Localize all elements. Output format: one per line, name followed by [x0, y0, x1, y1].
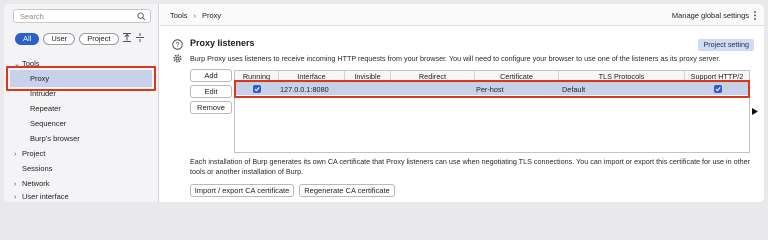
help-icon[interactable]: ?: [172, 39, 183, 50]
search-icon[interactable]: [137, 12, 146, 21]
add-button[interactable]: Add: [190, 69, 232, 82]
tree-item-repeater[interactable]: Repeater: [30, 102, 61, 116]
tree-item-label: Tools: [22, 59, 40, 68]
import-export-ca-button[interactable]: Import / export CA certificate: [190, 184, 294, 197]
filter-project-button[interactable]: Project: [79, 32, 119, 45]
selected-row-highlight: [234, 80, 750, 98]
tree-item-label: Sequencer: [30, 119, 67, 128]
search-box[interactable]: [13, 9, 151, 23]
tree-item-label: Proxy: [30, 74, 50, 83]
tree-item-label: Repeater: [30, 104, 61, 113]
tree-item-burps-browser[interactable]: Burp's browser: [30, 132, 80, 146]
tree-item-label: User interface: [22, 192, 69, 201]
tree-item-sessions[interactable]: Sessions: [22, 162, 52, 176]
breadcrumb-proxy: Proxy: [202, 11, 222, 20]
collapse-all-icon[interactable]: [136, 33, 144, 42]
remove-button[interactable]: Remove: [190, 101, 232, 114]
settings-window: All User Project ⌄Tools Proxy: [4, 4, 764, 202]
tree-item-label: Burp's browser: [30, 134, 80, 143]
scope-filter: All User Project: [15, 32, 119, 45]
tree-item-label: Sessions: [22, 164, 53, 173]
manage-global-settings-button[interactable]: Manage global settings: [672, 11, 756, 20]
tree-item-tools[interactable]: ⌄ Tools: [14, 57, 40, 71]
project-setting-badge: Project setting: [698, 39, 754, 51]
section-title: Proxy listeners: [190, 38, 255, 48]
chevron-right-icon: ›: [14, 194, 17, 201]
tree-item-project[interactable]: › Project: [14, 147, 45, 161]
filter-all-button[interactable]: All: [15, 32, 40, 45]
tree-item-user-interface[interactable]: › User interface: [14, 190, 69, 202]
chevron-down-icon: ⌄: [14, 61, 20, 68]
search-input[interactable]: [20, 12, 130, 21]
breadcrumb: Tools › Proxy: [170, 11, 221, 20]
breadcrumb-tools[interactable]: Tools: [170, 11, 188, 20]
chevron-right-icon: ›: [14, 151, 17, 158]
tree-item-label: Intruder: [30, 89, 56, 98]
tree-item-intruder[interactable]: Intruder: [30, 87, 56, 101]
tree-item-label: Project: [22, 149, 46, 158]
settings-sidebar: All User Project ⌄Tools Proxy: [4, 4, 159, 202]
expand-all-icon[interactable]: [123, 33, 131, 42]
top-bar: Tools › Proxy Manage global settings: [160, 4, 764, 26]
settings-main-panel: Tools › Proxy Manage global settings ? P…: [160, 4, 764, 202]
chevron-right-icon: ›: [193, 11, 197, 20]
tree-item-sequencer[interactable]: Sequencer: [30, 117, 66, 131]
tree-item-proxy[interactable]: Proxy: [30, 72, 49, 86]
section-description: Burp Proxy uses listeners to receive inc…: [190, 54, 721, 63]
tree-item-network[interactable]: › Network: [14, 177, 50, 191]
tree-controls: [123, 33, 144, 42]
regenerate-ca-button[interactable]: Regenerate CA certificate: [299, 184, 395, 197]
manage-global-settings-label: Manage global settings: [671, 11, 749, 20]
scroll-right-icon[interactable]: [752, 108, 758, 115]
ca-certificate-description: Each installation of Burp generates its …: [190, 157, 750, 176]
gear-icon[interactable]: [172, 53, 183, 64]
tree-item-label: Network: [22, 179, 50, 188]
more-options-icon[interactable]: [754, 11, 756, 20]
svg-text:?: ?: [176, 42, 180, 49]
edit-button[interactable]: Edit: [190, 85, 232, 98]
filter-user-button[interactable]: User: [43, 32, 76, 45]
